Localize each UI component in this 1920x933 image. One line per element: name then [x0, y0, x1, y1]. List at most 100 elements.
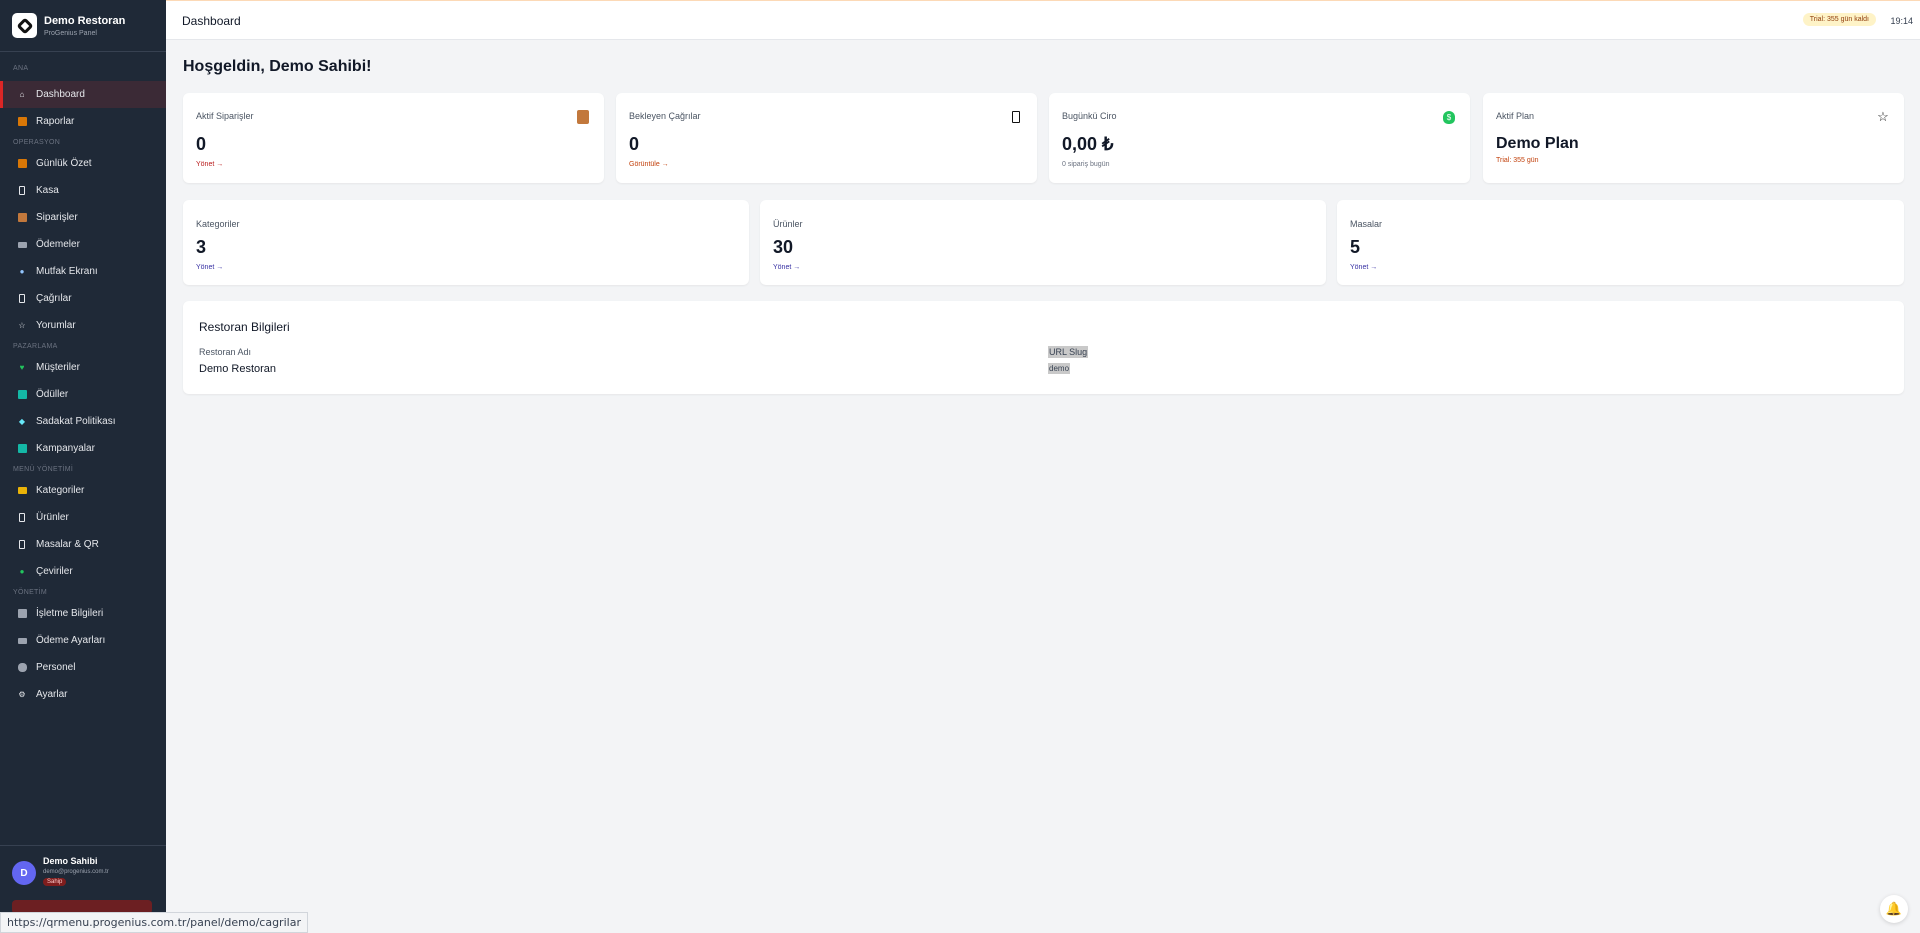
sidebar: Demo Restoran ProGenius Panel ANA ⌂ Dash… — [0, 0, 166, 933]
count-label: Masalar — [1350, 219, 1383, 229]
sidebar-item-label: Ödüller — [36, 389, 69, 400]
register-icon — [16, 185, 28, 197]
stat-card-pending-calls: Bekleyen Çağrılar 0 Görüntüle → — [616, 93, 1037, 183]
sidebar-item-dashboard[interactable]: ⌂ Dashboard — [0, 81, 166, 108]
stat-card-active-plan: Aktif Plan ☆ Demo Plan Trial: 355 gün — [1483, 93, 1904, 183]
sidebar-item-personel[interactable]: Personel — [0, 654, 166, 681]
money-bag-icon: $ — [1442, 110, 1456, 124]
nav-section-yonetim: YÖNETİM — [13, 589, 47, 596]
brand-subtitle: ProGenius Panel — [44, 29, 97, 37]
phone-icon — [16, 293, 28, 305]
sidebar-item-label: Siparişler — [36, 212, 78, 223]
stat-sub: Trial: 355 gün — [1496, 157, 1539, 164]
sidebar-item-raporlar[interactable]: Raporlar — [0, 108, 166, 135]
brand[interactable]: Demo Restoran ProGenius Panel — [0, 0, 166, 52]
sidebar-item-isletme-bilgileri[interactable]: İşletme Bilgileri — [0, 600, 166, 627]
sidebar-item-label: Müşteriler — [36, 362, 80, 373]
top-header: Dashboard Trial: 355 gün kaldı 19:14 — [166, 0, 1920, 40]
clock: 19:14 — [1890, 16, 1913, 26]
sidebar-item-odemeler[interactable]: Ödemeler — [0, 231, 166, 258]
sidebar-item-label: Sadakat Politikası — [36, 416, 116, 427]
user-name: Demo Sahibi — [43, 856, 98, 866]
count-value: 30 — [773, 237, 794, 257]
role-badge: Sahip — [43, 878, 67, 886]
building-icon — [16, 608, 28, 620]
restaurant-name-value: Demo Restoran — [199, 363, 277, 375]
diamond-icon: ◆ — [18, 417, 26, 426]
gift-icon — [16, 389, 28, 401]
sidebar-item-cagrilar[interactable]: Çağrılar — [0, 285, 166, 312]
page-title: Dashboard — [182, 14, 241, 28]
sidebar-item-label: Günlük Özet — [36, 158, 92, 169]
sidebar-item-yorumlar[interactable]: ☆ Yorumlar — [0, 312, 166, 339]
sidebar-item-label: Masalar & QR — [36, 539, 99, 550]
clipboard-icon — [16, 212, 28, 224]
brand-logo-icon — [12, 13, 37, 38]
manage-categories-link[interactable]: Yönet → — [196, 264, 223, 271]
manage-orders-link[interactable]: Yönet → — [196, 161, 223, 168]
view-calls-link[interactable]: Görüntüle → — [629, 161, 669, 168]
globe-icon: ● — [19, 567, 25, 576]
sidebar-item-label: Kampanyalar — [36, 443, 95, 454]
browser-status-url: https://qrmenu.progenius.com.tr/panel/de… — [0, 912, 308, 933]
sidebar-item-label: Ödeme Ayarları — [36, 635, 106, 646]
folder-icon — [16, 485, 28, 497]
sidebar-item-label: Ödemeler — [36, 239, 80, 250]
sidebar-item-urunler[interactable]: Ürünler — [0, 504, 166, 531]
phone-icon — [1009, 110, 1023, 124]
avatar[interactable]: D — [12, 861, 36, 885]
stat-label: Bugünkü Ciro — [1062, 111, 1117, 121]
count-value: 5 — [1350, 237, 1361, 257]
nav-section-ana: ANA — [13, 65, 29, 72]
sidebar-item-label: Ürünler — [36, 512, 69, 523]
sidebar-item-gunluk-ozet[interactable]: Günlük Özet — [0, 150, 166, 177]
sidebar-item-label: Ayarlar — [36, 689, 68, 700]
gear-icon: ⚙ — [18, 690, 26, 699]
sidebar-item-kategoriler[interactable]: Kategoriler — [0, 477, 166, 504]
chef-icon: ● — [19, 267, 25, 276]
count-label: Ürünler — [773, 219, 803, 229]
count-label: Kategoriler — [196, 219, 240, 229]
stat-label: Aktif Siparişler — [196, 111, 254, 121]
sidebar-item-label: Yorumlar — [36, 320, 76, 331]
stat-label: Aktif Plan — [1496, 111, 1535, 121]
restaurant-info-card: Restoran Bilgileri Restoran Adı Demo Res… — [183, 301, 1904, 394]
stat-value: 0 — [629, 134, 640, 154]
sidebar-item-kasa[interactable]: Kasa — [0, 177, 166, 204]
sidebar-item-kampanyalar[interactable]: Kampanyalar — [0, 435, 166, 462]
section-title: Restoran Bilgileri — [199, 320, 290, 334]
restaurant-name-label: Restoran Adı — [199, 347, 252, 357]
stat-value: Demo Plan — [1496, 135, 1579, 152]
user-email: demo@progenius.com.tr — [43, 869, 109, 875]
stat-label: Bekleyen Çağrılar — [629, 111, 701, 121]
heart-icon: ♥ — [19, 363, 25, 372]
sidebar-item-musteriler[interactable]: ♥ Müşteriler — [0, 354, 166, 381]
sidebar-item-ayarlar[interactable]: ⚙ Ayarlar — [0, 681, 166, 708]
manage-products-link[interactable]: Yönet → — [773, 264, 800, 271]
brand-name: Demo Restoran — [44, 14, 126, 27]
stat-value: 0 — [196, 134, 207, 154]
home-icon: ⌂ — [19, 90, 25, 99]
stat-card-active-orders: Aktif Siparişler 0 Yönet → — [183, 93, 604, 183]
sidebar-item-mutfak-ekrani[interactable]: ● Mutfak Ekranı — [0, 258, 166, 285]
sidebar-item-label: Çeviriler — [36, 566, 73, 577]
phone-icon — [16, 512, 28, 524]
sidebar-item-label: Kategoriler — [36, 485, 85, 496]
sidebar-item-siparisler[interactable]: Siparişler — [0, 204, 166, 231]
sidebar-item-label: Mutfak Ekranı — [36, 266, 98, 277]
phone-icon — [16, 539, 28, 551]
sidebar-item-oduller[interactable]: Ödüller — [0, 381, 166, 408]
manage-tables-link[interactable]: Yönet → — [1350, 264, 1377, 271]
trial-badge: Trial: 355 gün kaldı — [1802, 13, 1876, 26]
count-value: 3 — [196, 237, 207, 257]
sidebar-item-ceviriler[interactable]: ● Çeviriler — [0, 558, 166, 585]
sidebar-item-sadakat-politikasi[interactable]: ◆ Sadakat Politikası — [0, 408, 166, 435]
sidebar-item-odeme-ayarlari[interactable]: Ödeme Ayarları — [0, 627, 166, 654]
sidebar-item-masalar-qr[interactable]: Masalar & QR — [0, 531, 166, 558]
gift-icon — [16, 443, 28, 455]
stat-value: 0,00 ₺ — [1062, 134, 1114, 154]
count-card-tables: Masalar 5 Yönet → — [1337, 200, 1904, 285]
notification-bell-icon[interactable]: 🔔 — [1880, 895, 1908, 923]
sidebar-item-label: Dashboard — [36, 89, 85, 100]
url-slug-label: URL Slug — [1048, 346, 1089, 358]
